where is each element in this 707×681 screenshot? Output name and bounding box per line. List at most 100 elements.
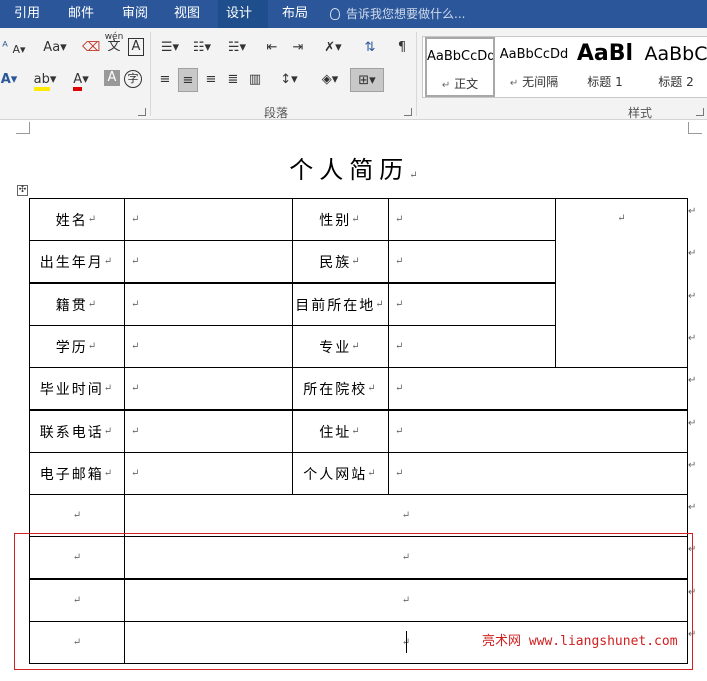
value-cell[interactable]: ↵ (124, 283, 293, 326)
value-cell[interactable]: ↵ (388, 325, 556, 368)
phonetic-guide-button[interactable]: wén 文 (104, 32, 124, 60)
style-name-text: 正文 (454, 77, 479, 91)
value-cell[interactable]: ↵ (388, 410, 688, 453)
font-size-down-icon[interactable]: A▾ (12, 40, 26, 60)
style-heading-2[interactable]: AaBbC 标题 2 (641, 37, 707, 97)
value-cell[interactable]: ↵ (124, 410, 293, 453)
font-color-button[interactable]: A▾ (68, 70, 94, 91)
para-mark: ↵ (395, 214, 404, 225)
highlight-color-button[interactable]: ab▾ (32, 70, 58, 91)
tell-me-search[interactable]: 告诉我您想要做什么... (330, 0, 465, 28)
value-cell[interactable]: ↵ (124, 367, 293, 410)
label-cell[interactable]: 姓名 ↵ (29, 198, 125, 241)
tab-layout[interactable]: 布局 (274, 0, 316, 28)
value-cell[interactable]: ↵ (124, 240, 293, 283)
tell-me-text: 告诉我您想要做什么... (346, 7, 466, 21)
para-mark: ↵ (131, 426, 140, 437)
font-dialog-launcher[interactable] (138, 108, 146, 116)
photo-cell[interactable]: ↵ (555, 198, 688, 368)
enclose-char-icon[interactable]: 字 (124, 70, 142, 88)
label-cell[interactable]: 籍贯 ↵ (29, 283, 125, 326)
char-border-button[interactable]: A (128, 38, 144, 56)
distributed-icon[interactable]: ▥ (246, 70, 264, 90)
label-cell[interactable]: 个人网站 ↵ (292, 452, 389, 495)
borders-button[interactable]: ⊞▾ (350, 68, 384, 92)
value-cell[interactable]: ↵ (388, 198, 556, 241)
asian-layout-button[interactable]: ✗▾ (318, 38, 348, 58)
para-mark: ↵ (103, 468, 115, 479)
cell-label: 出生年月 (39, 254, 104, 271)
change-case-label: Aa (43, 40, 61, 55)
align-right-icon[interactable]: ≡ (202, 70, 220, 90)
style-heading-1[interactable]: AaBl 标题 1 (573, 37, 637, 97)
page-corner-mark (688, 122, 702, 134)
page-corner-mark (16, 122, 30, 134)
styles-group-label: 样式 (628, 106, 653, 120)
para-mark: ↵ (103, 256, 115, 267)
styles-dialog-launcher[interactable] (696, 108, 704, 116)
decrease-indent-icon[interactable]: ⇤ (262, 38, 282, 58)
document-title: 个人简历↵ (0, 150, 707, 185)
multilevel-list-button[interactable]: ☵▾ (222, 38, 252, 58)
label-cell[interactable]: 性别 ↵ (292, 198, 389, 241)
label-cell[interactable]: 联系电话 ↵ (29, 410, 125, 453)
increase-indent-icon[interactable]: ⇥ (288, 38, 308, 58)
change-case-button[interactable]: Aa▾ (38, 38, 72, 58)
blank-wide-cell[interactable]: ↵ (124, 494, 688, 537)
justify-icon[interactable]: ≣ (224, 70, 242, 90)
line-spacing-button[interactable]: ↕▾ (274, 70, 304, 90)
style-normal[interactable]: AaBbCcDd ↵ 正文 (425, 37, 495, 97)
clear-format-icon[interactable]: ⌫ (82, 38, 100, 58)
value-cell[interactable]: ↵ (388, 367, 688, 410)
label-cell[interactable]: 学历 ↵ (29, 325, 125, 368)
label-cell[interactable]: 住址 ↵ (292, 410, 389, 453)
table-move-handle[interactable]: ✣ (17, 185, 28, 196)
style-name-text: 标题 2 (658, 75, 694, 89)
group-separator (416, 32, 417, 116)
value-cell[interactable]: ↵ (124, 325, 293, 368)
cell-label: 目前所在地 (295, 297, 376, 314)
tab-view[interactable]: 视图 (166, 0, 208, 28)
value-cell[interactable]: ↵ (124, 198, 293, 241)
label-cell[interactable]: 所在院校 ↵ (292, 367, 389, 410)
group-separator (150, 32, 151, 116)
label-cell[interactable]: 专业 ↵ (292, 325, 389, 368)
para-mark: ↵ (395, 468, 404, 479)
blank-label-cell[interactable]: ↵ (29, 494, 125, 537)
tab-design[interactable]: 设计 (218, 0, 268, 28)
para-mark: ↵ (395, 383, 404, 394)
value-cell[interactable]: ↵ (124, 452, 293, 495)
style-name-text: 无间隔 (522, 75, 559, 89)
lightbulb-icon (330, 8, 340, 20)
sort-icon[interactable]: ⇅ (360, 38, 380, 58)
show-marks-icon[interactable]: ¶ (392, 38, 412, 58)
font-size-up-icon[interactable]: ᴬ (0, 38, 10, 58)
title-text: 个人简历 (289, 156, 410, 184)
value-cell[interactable]: ↵ (388, 283, 556, 326)
label-cell[interactable]: 出生年月 ↵ (29, 240, 125, 283)
label-cell[interactable]: 电子邮箱 ↵ (29, 452, 125, 495)
bullets-button[interactable]: ☰▾ (156, 38, 184, 58)
value-cell[interactable]: ↵ (388, 452, 688, 495)
shading-button[interactable]: ◈▾ (316, 70, 344, 90)
para-mark: ↵ (367, 383, 378, 394)
label-cell[interactable]: 毕业时间 ↵ (29, 367, 125, 410)
selection-highlight (14, 533, 693, 670)
align-center-icon[interactable]: ≡ (178, 68, 198, 92)
tab-review[interactable]: 审阅 (114, 0, 156, 28)
para-mark: ↵ (375, 299, 386, 310)
label-cell[interactable]: 目前所在地 ↵ (292, 283, 389, 326)
style-no-spacing[interactable]: AaBbCcDd ↵ 无间隔 (499, 37, 569, 97)
numbering-button[interactable]: ☷▾ (188, 38, 216, 58)
row-end-mark: ↵ (688, 333, 697, 344)
tab-references[interactable]: 引用 (6, 0, 48, 28)
label-cell[interactable]: 民族 ↵ (292, 240, 389, 283)
style-sample: AaBl (576, 41, 634, 66)
tab-mailings[interactable]: 邮件 (60, 0, 102, 28)
char-shading-icon[interactable]: A (104, 70, 120, 86)
text-effects-icon[interactable]: A▾ (0, 70, 18, 90)
value-cell[interactable]: ↵ (388, 240, 556, 283)
cell-label: 专业 (319, 339, 352, 356)
align-left-icon[interactable]: ≡ (156, 70, 174, 90)
paragraph-dialog-launcher[interactable] (404, 108, 412, 116)
